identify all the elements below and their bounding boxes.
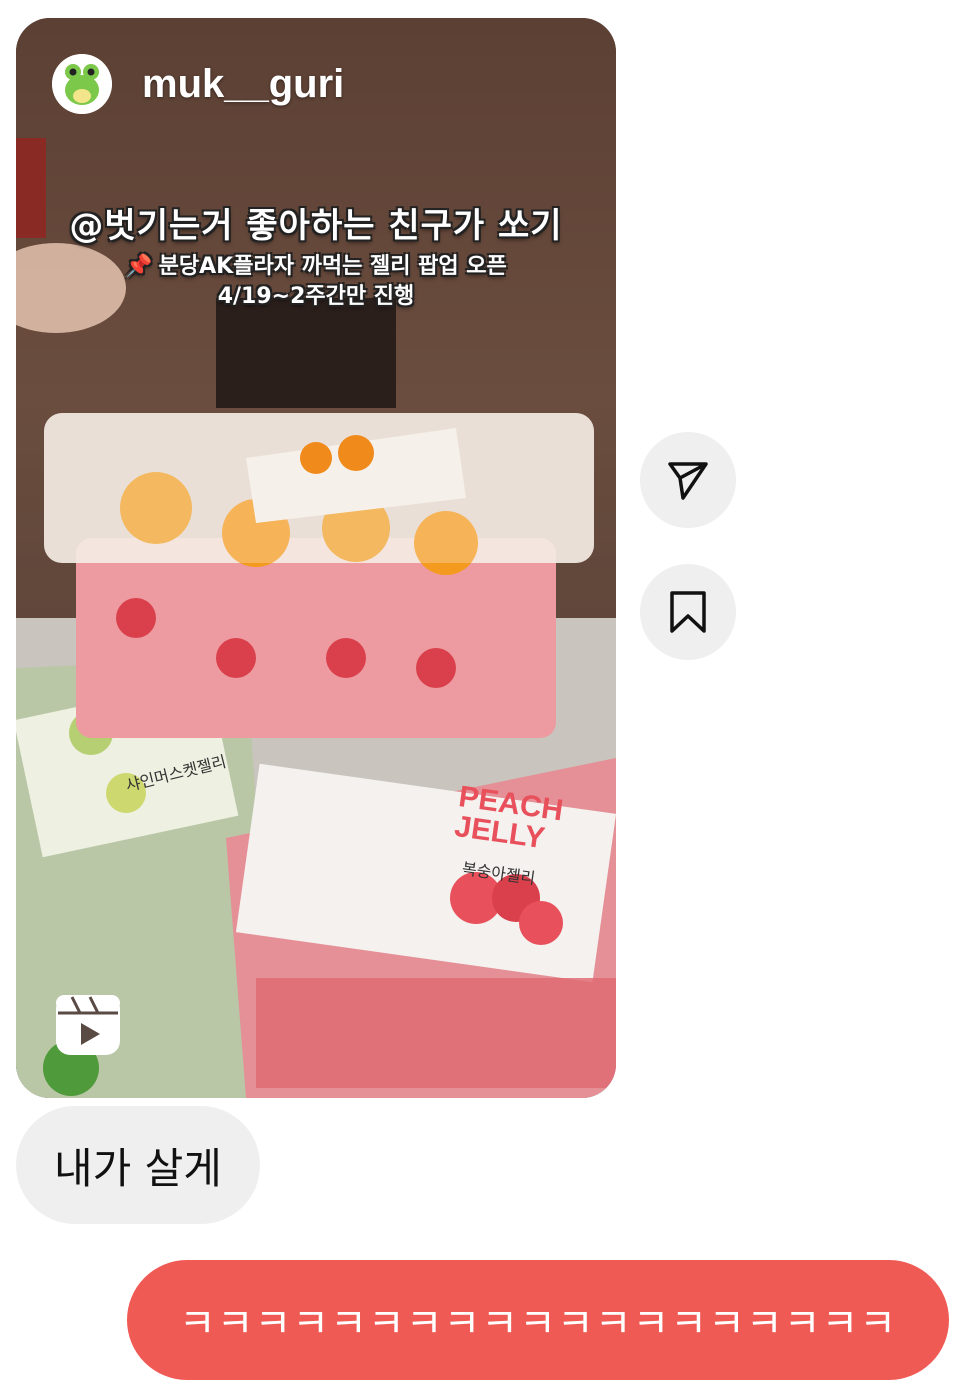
shared-reel-card[interactable]: muk__guri @벗기는거 좋아하는 친구가 쏘기 📌 분당AK플라자 까먹는… <box>16 18 616 1098</box>
reel-video-thumbnail <box>16 18 616 1098</box>
reel-caption-line3: 4/19~2주간만 진행 <box>217 284 415 309</box>
outgoing-message-text: ㅋㅋㅋㅋㅋㅋㅋㅋㅋㅋㅋㅋㅋㅋㅋㅋㅋㅋㅋ <box>178 1301 898 1347</box>
reels-icon <box>56 995 120 1055</box>
bookmark-icon <box>670 591 706 633</box>
pushpin-icon: 📌 <box>125 254 153 279</box>
reel-caption-line2: 📌 분당AK플라자 까먹는 젤리 팝업 오픈 <box>16 248 616 280</box>
reel-caption-line2-text: 분당AK플라자 까먹는 젤리 팝업 오픈 <box>158 254 507 279</box>
reel-username[interactable]: muk__guri <box>142 62 344 107</box>
outgoing-message-bubble[interactable]: ㅋㅋㅋㅋㅋㅋㅋㅋㅋㅋㅋㅋㅋㅋㅋㅋㅋㅋㅋ <box>127 1260 949 1380</box>
reel-caption-line1: @벗기는거 좋아하는 친구가 쏘기 <box>69 206 563 246</box>
share-button[interactable] <box>640 432 736 528</box>
save-button[interactable] <box>640 564 736 660</box>
send-icon <box>668 462 708 500</box>
incoming-message-text: 내가 살게 <box>54 1143 222 1193</box>
incoming-message-bubble[interactable]: 내가 살게 <box>16 1106 260 1224</box>
frog-avatar-icon[interactable] <box>52 54 112 114</box>
reel-header[interactable]: muk__guri <box>52 54 344 114</box>
